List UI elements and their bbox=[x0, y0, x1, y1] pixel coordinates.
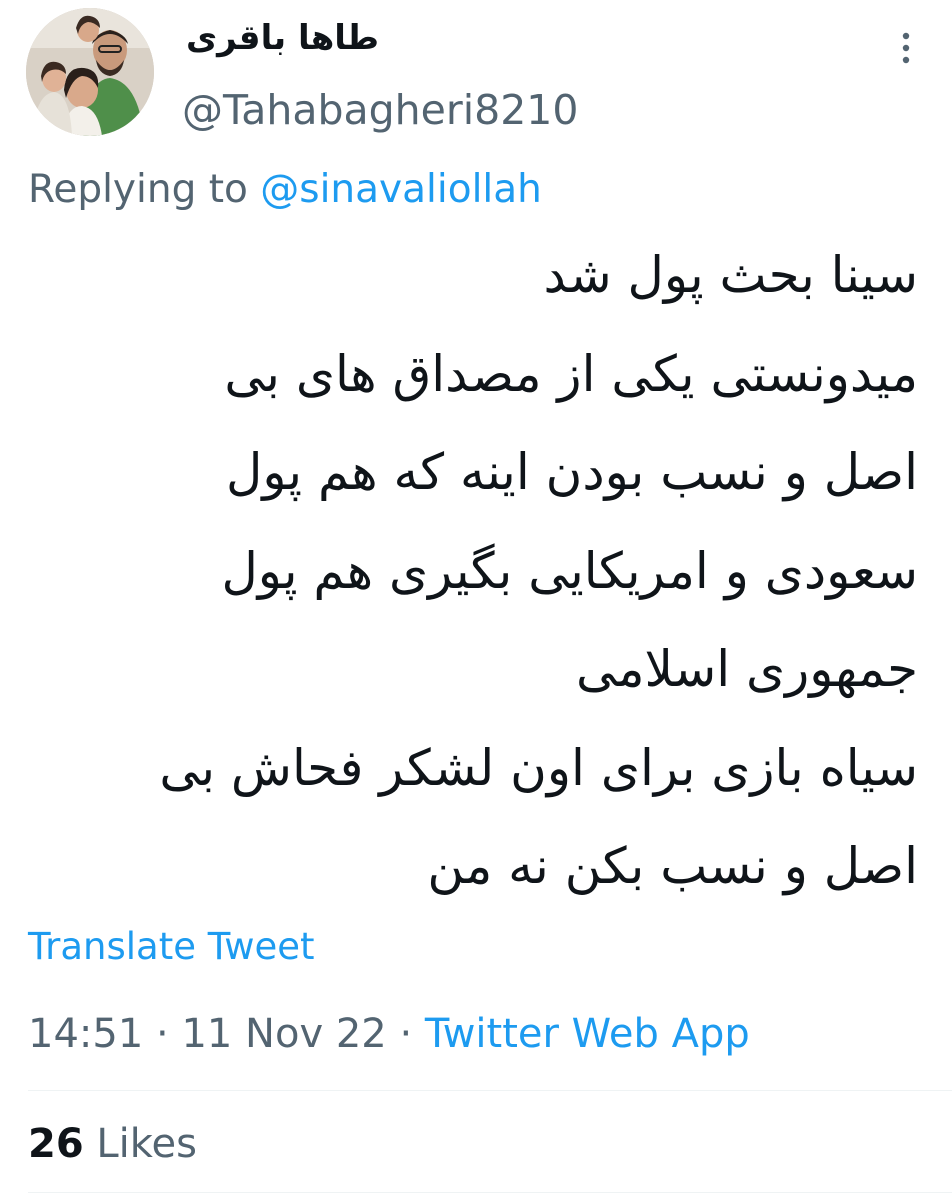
divider bbox=[28, 1090, 952, 1091]
author-display-name[interactable]: طاها باقری bbox=[186, 14, 379, 62]
tweet-date[interactable]: 11 Nov 22 bbox=[181, 1011, 386, 1057]
reply-mention-link[interactable]: @sinavaliollah bbox=[260, 167, 542, 212]
tweet-source-link[interactable]: Twitter Web App bbox=[425, 1011, 750, 1057]
replying-to-label: Replying to bbox=[28, 167, 248, 212]
family-photo-avatar-icon bbox=[26, 8, 154, 136]
tweet-line: سعودی و امریکایی بگیری هم پول bbox=[221, 541, 918, 600]
tweet-line: سیاه بازی برای اون لشکر فحاش بی bbox=[159, 738, 918, 797]
likes-label: Likes bbox=[96, 1121, 197, 1167]
tweet-line: اصل و نسب بکن نه من bbox=[427, 837, 918, 895]
more-vertical-icon[interactable] bbox=[896, 26, 916, 70]
replying-to: Replying to @sinavaliollah bbox=[28, 163, 542, 217]
divider bbox=[28, 1192, 952, 1193]
meta-separator: · bbox=[399, 1011, 413, 1057]
likes-count[interactable]: 26 Likes bbox=[28, 1116, 197, 1172]
tweet-time[interactable]: 14:51 bbox=[28, 1011, 143, 1057]
tweet-line: سینا بحث پول شد bbox=[543, 246, 919, 304]
tweet-text: سینا بحث پول شد میدونستی یکی از مصداق ها… bbox=[18, 226, 918, 916]
meta-separator: · bbox=[156, 1011, 169, 1057]
author-handle[interactable]: @Tahabagheri8210 bbox=[182, 84, 578, 136]
tweet-line: میدونستی یکی از مصداق های بی bbox=[224, 344, 918, 403]
likes-number: 26 bbox=[28, 1121, 84, 1167]
tweet-meta: 14:51 · 11 Nov 22 · Twitter Web App bbox=[28, 1006, 750, 1062]
tweet-line: جمهوری اسلامی bbox=[576, 640, 918, 698]
translate-tweet-link[interactable]: Translate Tweet bbox=[28, 922, 315, 972]
tweet-line: اصل و نسب بودن اینه که هم پول bbox=[226, 443, 918, 501]
avatar[interactable] bbox=[26, 8, 154, 136]
